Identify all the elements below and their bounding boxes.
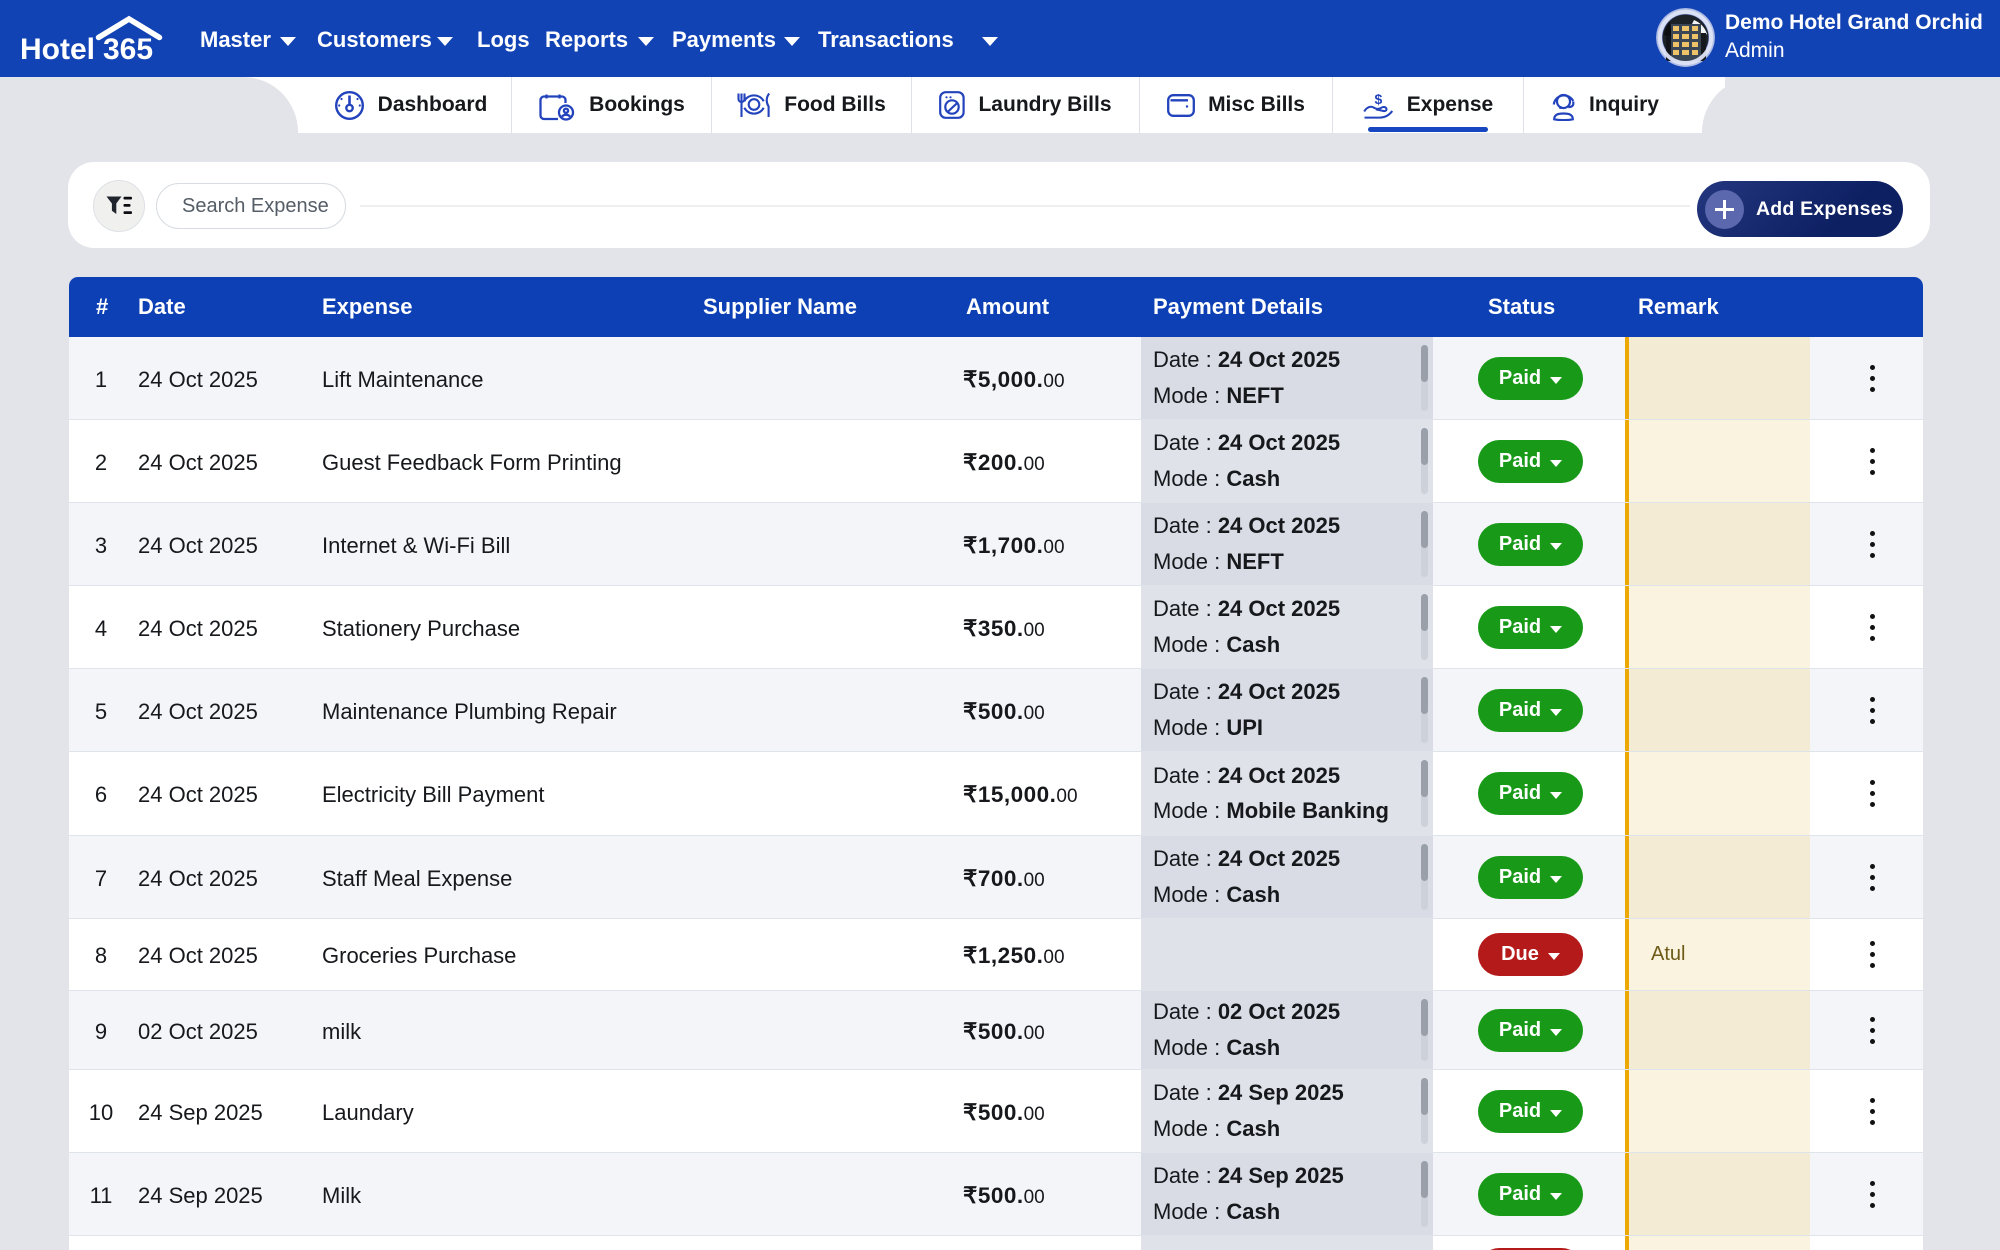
- svg-text:$: $: [1374, 91, 1382, 107]
